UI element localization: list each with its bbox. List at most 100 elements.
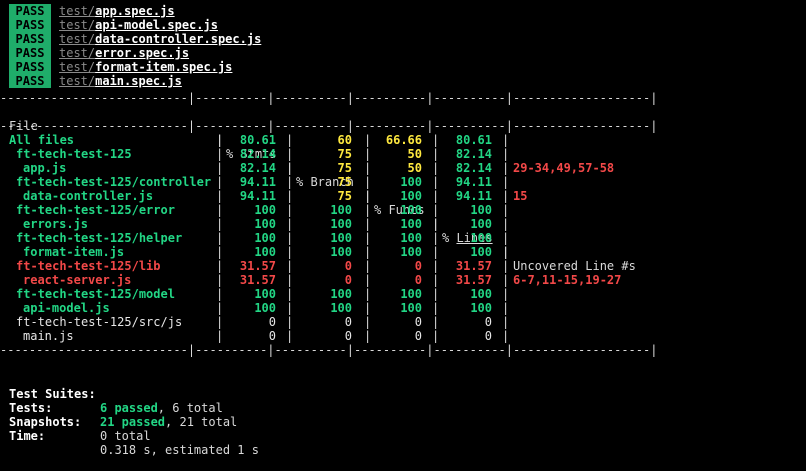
pass-line: PASS test/data-controller.spec.js: [0, 32, 806, 46]
row-branch: 0: [344, 273, 352, 287]
col-separator: |: [502, 189, 510, 203]
row-stmts: 100: [254, 287, 276, 301]
col-separator: |: [364, 301, 372, 315]
row-stmts: 82.14: [239, 161, 276, 175]
col-separator: |: [502, 287, 510, 301]
summary-time-label: Time:: [9, 429, 46, 443]
col-separator: |: [364, 273, 372, 287]
pass-badge: PASS: [9, 74, 51, 88]
row-uncovered-lines: 15: [513, 189, 528, 203]
summary-snapshots: Snapshots: 0 total: [0, 401, 806, 443]
row-stmts: 100: [254, 217, 276, 231]
table-separator-header: --------------------------|----------|--…: [0, 119, 658, 133]
col-separator: |: [216, 203, 224, 217]
table-row: All files | 80.61 | 60 | 66.66 | 80.61 |: [0, 133, 806, 147]
table-row: ft-tech-test-125/error | 100 | 100 | 100 | 100 |: [0, 203, 806, 217]
row-branch: 100: [330, 287, 352, 301]
col-separator: |: [216, 329, 224, 343]
row-funcs: 0: [414, 259, 422, 273]
col-separator: |: [216, 189, 224, 203]
col-separator: |: [216, 147, 224, 161]
row-file-name: main.js: [23, 329, 74, 343]
row-stmts: 0: [268, 329, 276, 343]
row-stmts: 31.57: [239, 273, 276, 287]
col-separator: |: [502, 273, 510, 287]
col-separator: |: [286, 217, 294, 231]
row-file-name: ft-tech-test-125/src/js: [16, 315, 183, 329]
row-file-name: errors.js: [23, 217, 89, 231]
col-separator: |: [432, 217, 440, 231]
terminal-output: PASS test/app.spec.js PASS test/api-model.s…: [0, 0, 806, 457]
col-separator: |: [216, 245, 224, 259]
table-row: ft-tech-test-125/helper | 100 | 100 | 100 | 100 |: [0, 231, 806, 245]
row-branch: 75: [337, 147, 352, 161]
row-file-name: format-item.js: [23, 245, 125, 259]
pass-line: PASS test/error.spec.js: [0, 46, 806, 60]
table-row: ft-tech-test-125/lib | 31.57 | 0 | 0 | 31.57 |: [0, 259, 806, 273]
row-funcs: 100: [400, 217, 422, 231]
pass-badge: PASS: [9, 32, 51, 46]
col-separator: |: [216, 161, 224, 175]
col-separator: |: [432, 287, 440, 301]
col-separator: |: [432, 231, 440, 245]
row-stmts: 94.11: [239, 189, 276, 203]
col-separator: |: [216, 301, 224, 315]
col-separator: |: [364, 287, 372, 301]
row-funcs: 100: [400, 203, 422, 217]
col-separator: |: [286, 161, 294, 175]
test-dir: test/: [59, 4, 96, 18]
table-separator-bottom: --------------------------|----------|--…: [0, 343, 658, 357]
col-separator: |: [502, 329, 510, 343]
col-separator: |: [286, 329, 294, 343]
row-lines: 100: [470, 301, 492, 315]
row-funcs: 0: [414, 273, 422, 287]
col-separator: |: [502, 147, 510, 161]
row-funcs: 0: [414, 315, 422, 329]
table-row: ft-tech-test-125 | 82.14 | 75 | 50 | 82.14 |: [0, 147, 806, 161]
col-separator: |: [364, 161, 372, 175]
test-file-name: error.spec.js: [95, 46, 190, 60]
pass-badge: PASS: [9, 4, 51, 18]
row-branch: 100: [330, 203, 352, 217]
row-uncovered-lines: 6-7,11-15,19-27: [513, 273, 622, 287]
col-separator: |: [364, 245, 372, 259]
row-lines: 100: [470, 217, 492, 231]
pass-badge: PASS: [9, 46, 51, 60]
row-branch: 100: [330, 301, 352, 315]
col-separator: |: [364, 175, 372, 189]
col-separator: |: [216, 273, 224, 287]
row-lines: 31.57: [455, 273, 492, 287]
col-separator: |: [216, 315, 224, 329]
row-funcs: 0: [414, 329, 422, 343]
row-stmts: 100: [254, 245, 276, 259]
pass-line: PASS test/main.spec.js: [0, 74, 806, 88]
row-branch: 75: [337, 175, 352, 189]
col-separator: |: [364, 231, 372, 245]
table-row: main.js | 0 | 0 | 0 | 0 |: [0, 329, 806, 343]
col-separator: |: [364, 203, 372, 217]
row-lines: 0: [484, 315, 492, 329]
row-funcs: 100: [400, 189, 422, 203]
col-separator: |: [502, 231, 510, 245]
test-dir: test/: [59, 60, 96, 74]
row-stmts: 100: [254, 203, 276, 217]
col-separator: |: [502, 161, 510, 175]
col-separator: |: [216, 175, 224, 189]
col-separator: |: [502, 203, 510, 217]
row-funcs: 100: [400, 231, 422, 245]
row-lines: 100: [470, 203, 492, 217]
row-lines: 82.14: [455, 161, 492, 175]
table-row: data-controller.js | 94.11 | 75 | 100 | 94.11 | 15: [0, 189, 806, 203]
col-separator: |: [364, 189, 372, 203]
row-branch: 75: [337, 161, 352, 175]
row-branch: 0: [344, 259, 352, 273]
row-lines: 0: [484, 329, 492, 343]
col-separator: |: [286, 203, 294, 217]
row-stmts: 0: [268, 315, 276, 329]
snapshots-value: 0 total: [100, 429, 151, 443]
test-file-path: test/main.spec.js: [59, 74, 182, 88]
col-separator: |: [216, 231, 224, 245]
row-lines: 82.14: [455, 147, 492, 161]
row-lines: 94.11: [455, 175, 492, 189]
test-dir: test/: [59, 32, 96, 46]
